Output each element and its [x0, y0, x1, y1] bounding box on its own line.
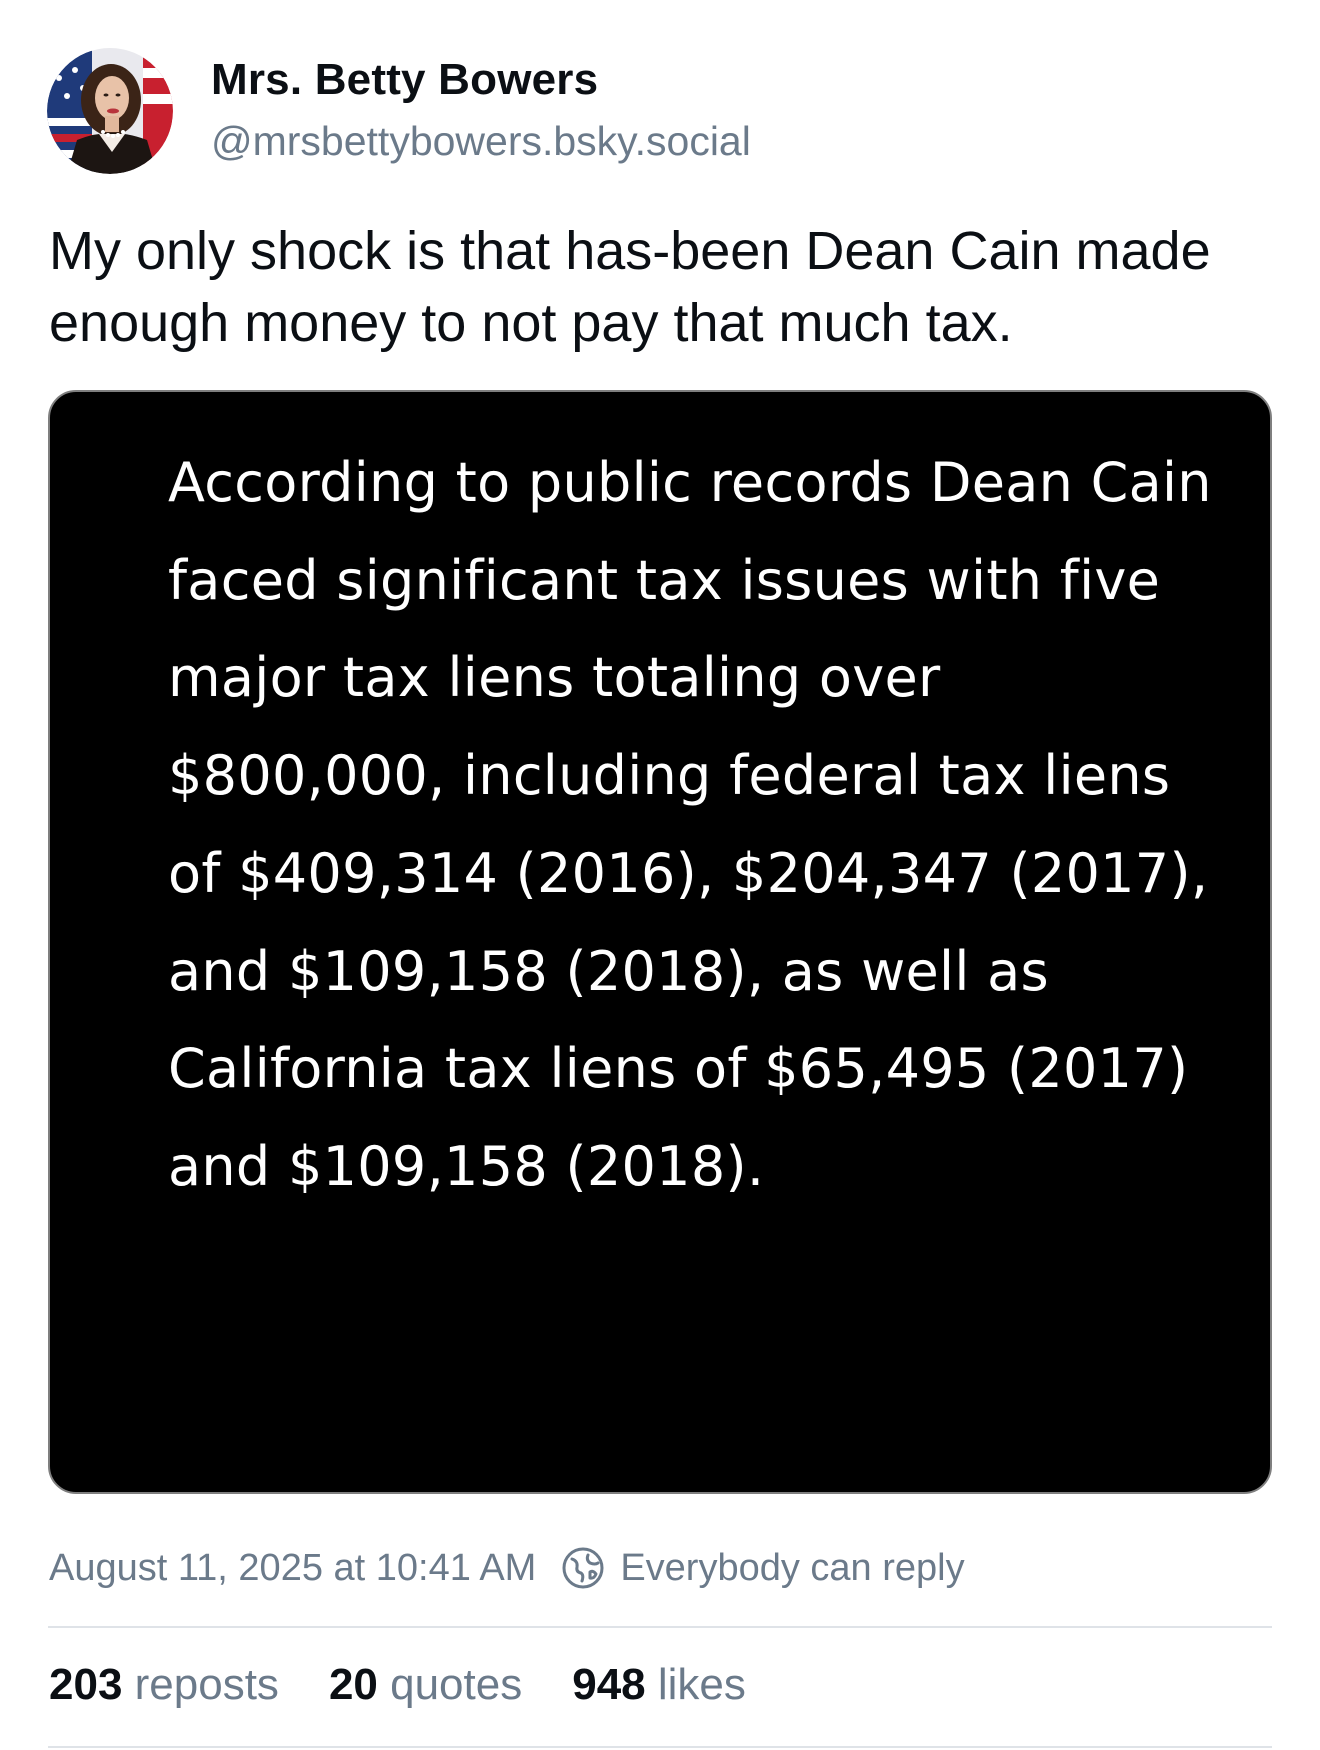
post-text: My only shock is that has-been Dean Cain… [49, 221, 1211, 353]
avatar[interactable] [47, 48, 173, 174]
likes-count: 948 [572, 1660, 658, 1709]
quotes-count: 20 [328, 1660, 391, 1709]
reply-setting-label: Everybody can reply [620, 1546, 965, 1589]
embedded-image-text: According to public records Dean Cain fa… [168, 451, 1212, 1198]
post-stats: 203 reposts 20 quotes 948 likes [49, 1660, 796, 1710]
post-thread-view: Mrs. Betty Bowers @mrsbettybowers.bsky.s… [0, 0, 1320, 1750]
reposts-stat[interactable]: 203 reposts [49, 1660, 279, 1710]
post-meta: August 11, 2025 at 10:41 AM Everybody ca… [49, 1542, 965, 1594]
likes-label: likes [657, 1660, 746, 1709]
likes-stat[interactable]: 948 likes [572, 1660, 746, 1710]
divider [48, 1746, 1272, 1748]
divider [48, 1626, 1272, 1628]
author-handle[interactable]: @mrsbettybowers.bsky.social [211, 118, 751, 165]
reply-setting[interactable]: Everybody can reply [560, 1545, 965, 1591]
post-timestamp[interactable]: August 11, 2025 at 10:41 AM [49, 1547, 536, 1590]
quotes-label: quotes [390, 1660, 523, 1709]
reposts-count: 203 [49, 1660, 135, 1709]
globe-icon [560, 1545, 606, 1591]
author-display-name[interactable]: Mrs. Betty Bowers [211, 55, 598, 105]
reposts-label: reposts [134, 1660, 279, 1709]
post-embedded-image[interactable]: According to public records Dean Cain fa… [48, 390, 1272, 1494]
quotes-stat[interactable]: 20 quotes [329, 1660, 522, 1710]
avatar-image [47, 48, 173, 174]
